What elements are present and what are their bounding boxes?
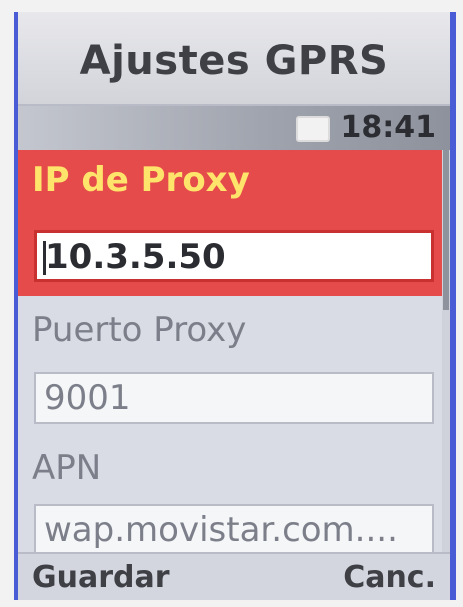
proxy-ip-label: IP de Proxy <box>32 160 250 200</box>
proxy-port-field[interactable]: 9001 <box>34 372 434 424</box>
status-time: 18:41 <box>340 110 437 145</box>
softkey-bar: Guardar Canc. <box>18 552 450 600</box>
save-softkey[interactable]: Guardar <box>32 560 170 595</box>
text-cursor <box>43 241 46 275</box>
battery-icon <box>296 116 330 142</box>
scrollbar[interactable] <box>442 150 450 560</box>
apn-field[interactable]: wap.movistar.com.... <box>34 504 434 556</box>
proxy-ip-field[interactable]: 10.3.5.50 <box>34 230 434 282</box>
status-bar: 18:41 <box>18 106 450 150</box>
scrollbar-thumb[interactable] <box>443 150 449 310</box>
apn-label: APN <box>32 448 102 488</box>
settings-form: IP de Proxy 10.3.5.50 Puerto Proxy 9001 … <box>18 150 450 560</box>
phone-frame: Ajustes GPRS 18:41 IP de Proxy 10.3.5.50… <box>0 0 463 607</box>
title-bar: Ajustes GPRS <box>18 12 450 106</box>
page-title: Ajustes GPRS <box>79 38 389 84</box>
phone-screen: Ajustes GPRS 18:41 IP de Proxy 10.3.5.50… <box>14 12 456 600</box>
apn-value: wap.movistar.com.... <box>44 510 398 550</box>
proxy-port-label: Puerto Proxy <box>32 310 247 350</box>
cancel-softkey[interactable]: Canc. <box>343 560 436 595</box>
proxy-port-value: 9001 <box>44 378 131 418</box>
proxy-ip-value: 10.3.5.50 <box>45 237 226 277</box>
